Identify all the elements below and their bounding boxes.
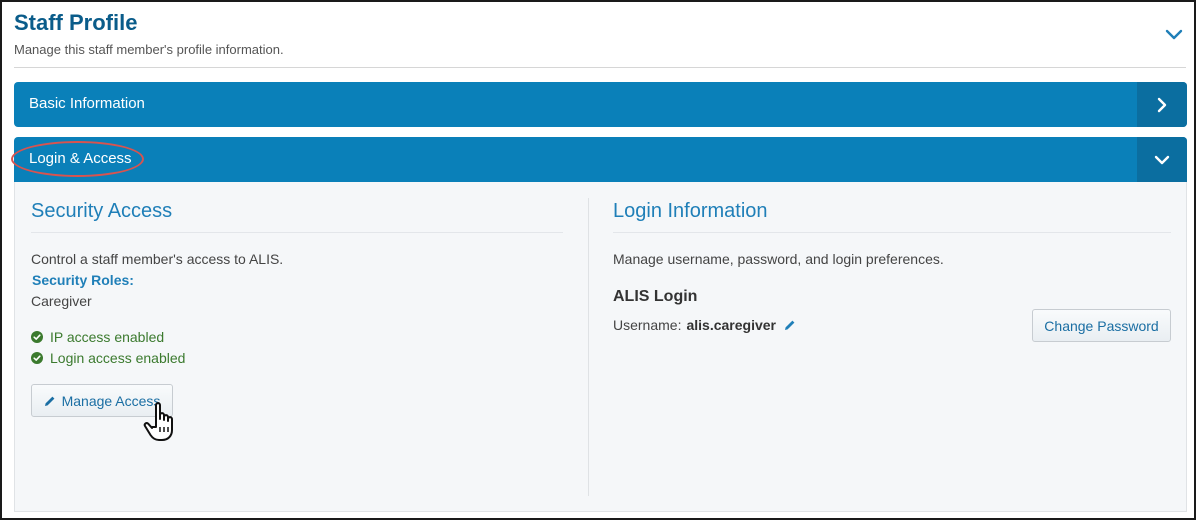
change-password-button-label: Change Password (1044, 317, 1159, 334)
chevron-right-icon (1157, 97, 1167, 112)
column-divider (588, 198, 589, 496)
login-information-description: Manage username, password, and login pre… (613, 251, 944, 267)
security-access-title: Security Access (31, 200, 173, 222)
login-access-status: Login access enabled (31, 350, 185, 366)
accordion-login-access[interactable]: Login & Access (14, 137, 1187, 184)
security-roles-value: Caregiver (31, 293, 92, 309)
ip-access-status-text: IP access enabled (50, 329, 165, 345)
annotation-highlight-ellipse (11, 141, 144, 177)
change-password-button[interactable]: Change Password (1032, 309, 1171, 342)
staff-profile-window: Staff Profile Manage this staff member's… (0, 0, 1196, 520)
page-subtitle: Manage this staff member's profile infor… (14, 42, 284, 57)
login-information-divider (613, 232, 1171, 233)
alis-login-title: ALIS Login (613, 288, 698, 305)
check-circle-icon (31, 352, 43, 364)
accordion-basic-information[interactable]: Basic Information (14, 82, 1187, 127)
login-information-title: Login Information (613, 200, 768, 222)
expand-basic-information-button[interactable] (1137, 82, 1187, 127)
collapse-login-access-button[interactable] (1137, 137, 1187, 182)
security-roles-label: Security Roles: (32, 272, 134, 288)
username-line: Username: alis.caregiver (613, 317, 796, 333)
ip-access-status: IP access enabled (31, 329, 164, 345)
edit-username-button[interactable] (784, 319, 796, 331)
collapse-section-button[interactable] (1162, 22, 1186, 46)
pencil-icon (784, 320, 795, 330)
pencil-icon (44, 396, 54, 406)
username-label: Username: (613, 317, 682, 333)
page-title: Staff Profile (14, 10, 138, 35)
hand-cursor-icon (143, 402, 173, 441)
chevron-down-icon (1154, 155, 1170, 164)
chevron-down-icon (1165, 29, 1183, 40)
security-access-description: Control a staff member's access to ALIS. (31, 251, 284, 267)
login-access-status-text: Login access enabled (50, 350, 186, 366)
accordion-basic-information-label: Basic Information (29, 95, 145, 112)
security-access-divider (31, 232, 563, 233)
page-header: Staff Profile Manage this staff member's… (14, 10, 1186, 68)
check-circle-icon (31, 331, 43, 343)
username-value: alis.caregiver (686, 317, 776, 333)
login-access-panel: Security Access Control a staff member's… (14, 182, 1187, 512)
